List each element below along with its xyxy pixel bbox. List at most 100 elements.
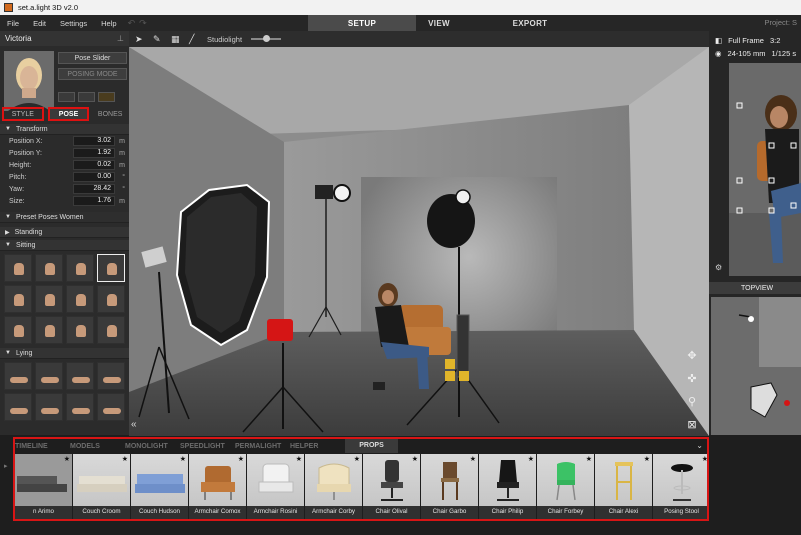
- redo-icon[interactable]: ↷: [139, 18, 147, 29]
- pose-thumbnail[interactable]: [35, 362, 63, 390]
- transform-value-input[interactable]: 28.42: [73, 184, 115, 194]
- pose-thumbnail[interactable]: [97, 393, 125, 421]
- pose-thumbnail[interactable]: [35, 393, 63, 421]
- favorite-star-icon[interactable]: ★: [354, 455, 360, 463]
- mode-tab-export[interactable]: EXPORT: [476, 15, 584, 31]
- prop-card[interactable]: ★ Armchair Comox: [189, 454, 246, 519]
- pose-thumbnail[interactable]: [97, 362, 125, 390]
- prop-card[interactable]: ★ Chair Forbey: [537, 454, 594, 519]
- camera-icon[interactable]: ◧: [715, 36, 722, 45]
- transform-value-input[interactable]: 0.00: [73, 172, 115, 182]
- pose-thumbnail[interactable]: [4, 393, 32, 421]
- favorite-star-icon[interactable]: ★: [412, 455, 418, 463]
- pose-thumbnail[interactable]: [97, 285, 125, 313]
- model-thumbnail[interactable]: [4, 51, 54, 111]
- prop-card[interactable]: ★ n Arimo: [15, 454, 72, 519]
- pose-thumbnail[interactable]: [66, 316, 94, 344]
- posing-mode-button[interactable]: POSING MODE: [58, 68, 127, 80]
- topview-map[interactable]: [711, 297, 801, 435]
- lying-header[interactable]: ▼ Lying: [0, 348, 129, 359]
- menu-file[interactable]: File: [0, 19, 26, 28]
- prop-card[interactable]: ★ Chair Olival: [363, 454, 420, 519]
- favorite-star-icon[interactable]: ★: [296, 455, 302, 463]
- transform-value-input[interactable]: 3.02: [73, 136, 115, 146]
- favorite-star-icon[interactable]: ★: [528, 455, 534, 463]
- random-icon[interactable]: [78, 92, 95, 102]
- favorite-star-icon[interactable]: ★: [122, 455, 128, 463]
- studio-viewport[interactable]: ➤ ✎ ▦ ╱ Studiolight ✥ ✜ ⚲ ⊠ «: [129, 31, 709, 436]
- favorite-star-icon[interactable]: ★: [64, 455, 70, 463]
- menu-settings[interactable]: Settings: [53, 19, 94, 28]
- props-collapse-icon[interactable]: ⌄: [696, 441, 703, 450]
- prop-card[interactable]: ★ Armchair Rosini: [247, 454, 304, 519]
- camera-preview[interactable]: [729, 63, 801, 276]
- transform-value-input[interactable]: 0.02: [73, 160, 115, 170]
- pose-thumbnail[interactable]: [35, 254, 63, 282]
- pose-thumbnail[interactable]: [66, 362, 94, 390]
- pose-thumbnail[interactable]: [4, 316, 32, 344]
- pose-thumbnail[interactable]: [66, 285, 94, 313]
- favorite-star-icon[interactable]: ★: [238, 455, 244, 463]
- move-view-icon[interactable]: ✥: [685, 349, 699, 363]
- tab-pose[interactable]: POSE: [47, 107, 90, 121]
- favorite-star-icon[interactable]: ★: [470, 455, 476, 463]
- prop-card[interactable]: ★ Couch Hudson: [131, 454, 188, 519]
- prop-card[interactable]: ★ Chair Philip: [479, 454, 536, 519]
- light-preset-slider[interactable]: [251, 35, 282, 42]
- library-tab-helper[interactable]: HELPER: [290, 443, 345, 450]
- prop-card[interactable]: ★ Chair Alexi: [595, 454, 652, 519]
- tab-style[interactable]: STYLE: [2, 107, 44, 121]
- sitting-header[interactable]: ▼ Sitting: [0, 240, 129, 251]
- transform-value-input[interactable]: 1.76: [73, 196, 115, 206]
- library-tab-permalight[interactable]: PERMALIGHT: [235, 443, 290, 450]
- favorite-star-icon[interactable]: ★: [702, 455, 707, 463]
- settings-icon[interactable]: ⚙: [715, 263, 722, 272]
- pose-thumbnail[interactable]: [97, 254, 125, 282]
- measure-tool-icon[interactable]: ✎: [153, 34, 162, 44]
- lens-select[interactable]: 24-105 mm: [728, 49, 766, 58]
- pose-thumbnail[interactable]: [97, 316, 125, 344]
- collapse-panel-icon[interactable]: «: [131, 419, 137, 430]
- prop-card[interactable]: ★ Couch Croom: [73, 454, 130, 519]
- topview-tab[interactable]: TOPVIEW: [709, 282, 801, 294]
- prop-card[interactable]: ★ Posing Stool: [653, 454, 707, 519]
- favorite-star-icon[interactable]: ★: [644, 455, 650, 463]
- transform-header[interactable]: ▼ Transform: [0, 124, 129, 135]
- pose-thumbnail[interactable]: [4, 285, 32, 313]
- favorite-star-icon[interactable]: ★: [586, 455, 592, 463]
- fit-view-icon[interactable]: ⊠: [685, 418, 699, 432]
- preset-poses-header[interactable]: ▼ Preset Poses Women: [0, 212, 129, 223]
- pose-thumbnail[interactable]: [66, 393, 94, 421]
- prop-card[interactable]: ★ Armchair Corby: [305, 454, 362, 519]
- ratio-select[interactable]: 3:2: [770, 36, 780, 45]
- pin-icon[interactable]: ⊥: [117, 34, 124, 43]
- pose-thumbnail[interactable]: [4, 362, 32, 390]
- frame-select[interactable]: Full Frame: [728, 36, 764, 45]
- hand-icon[interactable]: [98, 92, 115, 102]
- mirror-icon[interactable]: [58, 92, 75, 102]
- library-tab-models[interactable]: MODELS: [70, 443, 125, 450]
- tab-bones[interactable]: BONES: [91, 107, 129, 121]
- undo-icon[interactable]: ↶: [128, 18, 136, 29]
- prop-card[interactable]: ★ Chair Garbo: [421, 454, 478, 519]
- shutter-value[interactable]: 1/125 s: [771, 49, 796, 58]
- grid-icon[interactable]: ▦: [171, 34, 180, 44]
- transform-value-input[interactable]: 1.92: [73, 148, 115, 158]
- menu-help[interactable]: Help: [94, 19, 123, 28]
- pose-thumbnail[interactable]: [66, 254, 94, 282]
- library-tab-speedlight[interactable]: SPEEDLIGHT: [180, 443, 235, 450]
- zoom-icon[interactable]: ⚲: [685, 395, 699, 409]
- line-tool-icon[interactable]: ╱: [189, 34, 198, 44]
- select-tool-icon[interactable]: ➤: [135, 34, 144, 44]
- library-tab-timeline[interactable]: TIMELINE: [15, 443, 70, 450]
- pose-thumbnail[interactable]: [35, 316, 63, 344]
- pose-thumbnail[interactable]: [35, 285, 63, 313]
- standing-header[interactable]: ▶ Standing: [0, 227, 129, 238]
- menu-edit[interactable]: Edit: [26, 19, 53, 28]
- library-tab-monolight[interactable]: MONOLIGHT: [125, 443, 180, 450]
- favorite-star-icon[interactable]: ★: [180, 455, 186, 463]
- library-tab-props[interactable]: PROPS: [345, 439, 398, 453]
- strip-toggle-icon[interactable]: ▸: [4, 462, 8, 470]
- pose-slider-button[interactable]: Pose Slider: [58, 52, 127, 64]
- rotate-view-icon[interactable]: ✜: [685, 372, 699, 386]
